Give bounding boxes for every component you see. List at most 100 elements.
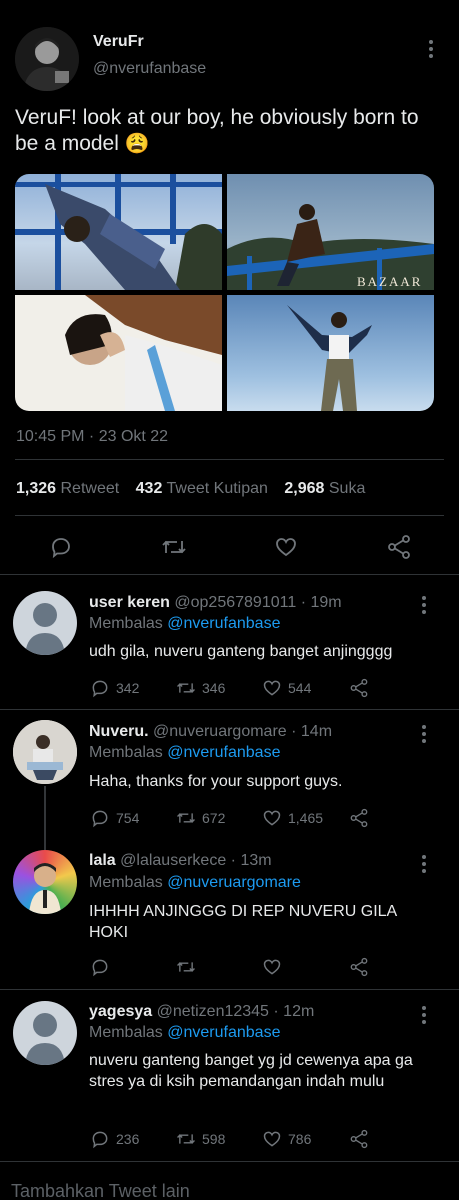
share-button[interactable] <box>349 957 369 977</box>
quotes-label: Tweet Kutipan <box>166 480 268 497</box>
quotes-stat[interactable]: 432 Tweet Kutipan <box>136 480 273 497</box>
reply-name[interactable]: Nuveru. <box>89 723 149 740</box>
replying-to: Membalas @nverufanbase <box>89 1024 280 1042</box>
more-options-icon[interactable] <box>421 725 427 743</box>
share-icon <box>350 957 368 977</box>
media-photo-3[interactable] <box>15 295 222 411</box>
replying-to: Membalas @nverufanbase <box>89 615 280 633</box>
replying-to-handle[interactable]: @nverufanbase <box>167 615 280 632</box>
like-count: 1,465 <box>288 810 324 826</box>
share-icon <box>350 678 368 698</box>
reply-text: IHHHH ANJINGGG DI REP NUVERU GILA HOKI <box>89 903 397 941</box>
share-icon[interactable] <box>386 534 412 560</box>
author-avatar[interactable] <box>15 27 79 91</box>
reply-time: · 12m <box>273 1003 315 1020</box>
reply-actions: 342 346 544 <box>90 678 369 698</box>
reply-avatar[interactable] <box>13 850 77 914</box>
reply-actions: 754 672 1,465 <box>90 808 369 828</box>
media-photo-4[interactable] <box>227 295 434 411</box>
divider <box>0 574 459 575</box>
quotes-count: 432 <box>135 480 163 497</box>
reply-name[interactable]: user keren <box>89 594 170 611</box>
photo-2-image: BAZAAR <box>227 204 434 290</box>
likes-count: 2,968 <box>284 480 325 497</box>
reply-handle[interactable]: @op2567891011 <box>174 594 296 611</box>
retweet-icon[interactable] <box>161 535 187 559</box>
retweet-count: 598 <box>202 1131 226 1147</box>
reply-button[interactable]: 342 <box>90 678 176 698</box>
reply-button[interactable]: 236 <box>90 1129 176 1149</box>
replying-label: Membalas <box>89 1024 163 1041</box>
reply-count: 236 <box>116 1131 140 1147</box>
divider <box>0 1161 459 1162</box>
share-button[interactable] <box>349 1129 369 1149</box>
reply-text: nuveru ganteng banget yg jd cewenya apa … <box>89 1052 413 1090</box>
retweet-button[interactable] <box>176 957 262 977</box>
reply-header: Nuveru. @nuveruargomare · 14m <box>89 723 332 741</box>
reply-header: lala @lalauserkece · 13m <box>89 852 272 870</box>
reply-avatar[interactable] <box>13 591 77 655</box>
like-button[interactable] <box>262 957 349 977</box>
author-display-name[interactable]: VeruFr <box>93 33 144 51</box>
media-grid[interactable]: BAZAAR <box>15 174 434 411</box>
media-photo-1[interactable] <box>15 174 222 290</box>
reply-avatar[interactable] <box>13 720 77 784</box>
media-photo-2[interactable]: BAZAAR <box>227 174 434 290</box>
share-button[interactable] <box>349 808 369 828</box>
reply-avatar-photo <box>29 863 61 914</box>
reply-handle[interactable]: @netizen12345 <box>157 1003 269 1020</box>
retweets-count: 1,326 <box>16 480 57 497</box>
replying-label: Membalas <box>89 744 163 761</box>
more-options-icon[interactable] <box>428 40 434 58</box>
reply-name[interactable]: lala <box>89 852 116 869</box>
retweet-count: 346 <box>202 680 226 696</box>
retweet-icon <box>177 1134 195 1144</box>
reply-button[interactable]: 754 <box>90 808 176 828</box>
reply-actions: 236 598 786 <box>90 1129 369 1149</box>
retweets-label: Retweet <box>60 480 120 497</box>
like-button[interactable]: 544 <box>262 678 349 698</box>
divider <box>15 515 444 516</box>
retweet-icon <box>177 683 195 693</box>
author-handle[interactable]: @nverufanbase <box>93 60 206 78</box>
replying-to: Membalas @nverufanbase <box>89 744 280 762</box>
reply-button[interactable] <box>90 957 176 977</box>
default-avatar-icon <box>25 603 65 655</box>
replying-label: Membalas <box>89 874 163 891</box>
like-icon[interactable] <box>274 535 298 559</box>
replying-to-handle[interactable]: @nuveruargomare <box>167 874 301 891</box>
likes-stat[interactable]: 2,968 Suka <box>284 480 365 497</box>
reply-handle[interactable]: @lalauserkece <box>120 852 226 869</box>
share-button[interactable] <box>349 678 369 698</box>
reply-avatar[interactable] <box>13 1001 77 1065</box>
author-avatar-photo <box>15 27 79 91</box>
more-options-icon[interactable] <box>421 596 427 614</box>
more-options-icon[interactable] <box>421 1006 427 1024</box>
tweet-body: VeruF! look at our boy, he obviously bor… <box>15 106 419 155</box>
reply-name[interactable]: yagesya <box>89 1003 152 1020</box>
photo-1-image <box>15 174 222 290</box>
retweet-button[interactable]: 672 <box>176 808 262 828</box>
more-options-icon[interactable] <box>421 855 427 873</box>
retweet-button[interactable]: 346 <box>176 678 262 698</box>
reply-count: 342 <box>116 680 140 696</box>
reply-icon[interactable] <box>49 535 73 559</box>
retweet-button[interactable]: 598 <box>176 1129 262 1149</box>
like-icon <box>263 810 281 826</box>
like-icon <box>263 1131 281 1147</box>
add-tweet-button[interactable]: Tambahkan Tweet lain <box>11 1181 190 1200</box>
retweet-icon <box>177 962 195 972</box>
reply-actions <box>90 957 369 977</box>
likes-label: Suka <box>328 480 366 497</box>
like-button[interactable]: 786 <box>262 1129 349 1149</box>
share-icon <box>350 808 368 828</box>
replying-to-handle[interactable]: @nverufanbase <box>167 744 280 761</box>
tweet-timestamp[interactable]: 10:45 PM · 23 Okt 22 <box>16 428 168 446</box>
retweet-count: 672 <box>202 810 226 826</box>
retweets-stat[interactable]: 1,326 Retweet <box>16 480 124 497</box>
replying-to-handle[interactable]: @nverufanbase <box>167 1024 280 1041</box>
like-button[interactable]: 1,465 <box>262 808 349 828</box>
reply-avatar-photo <box>13 720 77 784</box>
tweet-text: VeruF! look at our boy, he obviously bor… <box>15 105 435 157</box>
reply-handle[interactable]: @nuveruargomare <box>153 723 287 740</box>
